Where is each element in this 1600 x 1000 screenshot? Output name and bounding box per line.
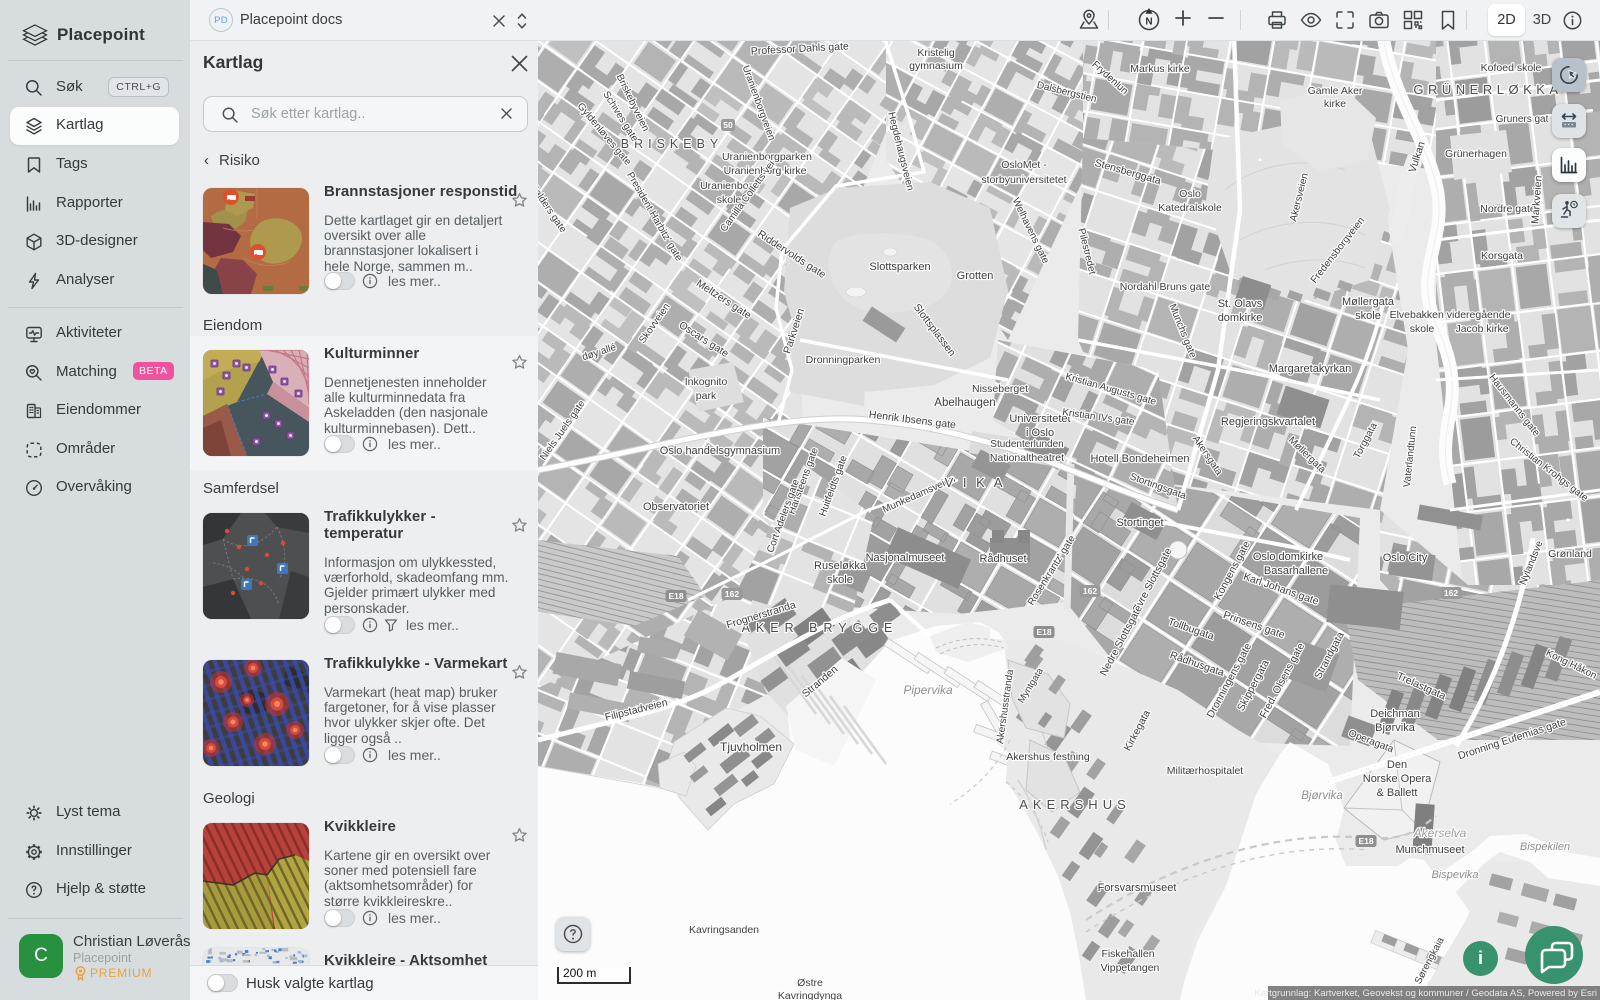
svg-text:Kofoed skole: Kofoed skole <box>1481 62 1542 74</box>
svg-text:162: 162 <box>1083 586 1097 596</box>
svg-text:gymnasium: gymnasium <box>909 60 963 72</box>
svg-text:Regjeringskvartalet: Regjeringskvartalet <box>1221 416 1315 428</box>
svg-text:Bjørvika: Bjørvika <box>1301 790 1343 802</box>
svg-text:Bjørvika: Bjørvika <box>1375 722 1416 734</box>
svg-text:N: N <box>1145 17 1152 28</box>
svg-text:park: park <box>696 390 717 402</box>
svg-text:Grønland: Grønland <box>1548 548 1592 560</box>
svg-text:domkirke: domkirke <box>1218 312 1263 324</box>
svg-text:Bispevika: Bispevika <box>1431 869 1478 881</box>
svg-text:Nisseberget: Nisseberget <box>972 383 1028 395</box>
svg-text:Bispekilen: Bispekilen <box>1520 841 1570 853</box>
svg-text:Inkognito: Inkognito <box>685 376 728 388</box>
svg-text:Studenterlunden: Studenterlunden <box>990 439 1063 450</box>
svg-text:skole: skole <box>1355 310 1381 322</box>
svg-text:Oslo: Oslo <box>1179 188 1201 200</box>
svg-text:Oslo City: Oslo City <box>1383 552 1428 564</box>
svg-text:i Oslo: i Oslo <box>1026 427 1054 439</box>
svg-text:V I K A: V I K A <box>945 475 1006 490</box>
svg-text:Slottsparken: Slottsparken <box>869 261 930 273</box>
svg-text:Dronningparken: Dronningparken <box>806 354 881 366</box>
svg-text:Norske Opera: Norske Opera <box>1363 773 1432 785</box>
svg-text:St. Olavs: St. Olavs <box>1218 298 1263 310</box>
svg-text:Akerselva: Akerselva <box>1413 826 1467 840</box>
svg-text:Katedralskole: Katedralskole <box>1158 202 1222 214</box>
svg-text:162: 162 <box>725 589 739 599</box>
svg-text:Deichman: Deichman <box>1370 708 1420 720</box>
svg-text:Militærhospitalet: Militærhospitalet <box>1167 765 1244 777</box>
svg-text:E18: E18 <box>1358 836 1373 846</box>
svg-text:Ruseløkka: Ruseløkka <box>814 560 867 572</box>
svg-text:OsloMet -: OsloMet - <box>1001 159 1047 171</box>
svg-text:Forsvarsmuseet: Forsvarsmuseet <box>1098 882 1177 894</box>
svg-text:Observatoriet: Observatoriet <box>643 501 709 513</box>
svg-text:Kavringdynga: Kavringdynga <box>778 990 842 1000</box>
svg-text:Vippetangen: Vippetangen <box>1101 962 1160 974</box>
svg-text:Nordre gate: Nordre gate <box>1480 203 1536 215</box>
svg-text:Hotell Bondeheimen: Hotell Bondeheimen <box>1090 453 1189 465</box>
svg-text:Nordahl Bruns gate: Nordahl Bruns gate <box>1120 281 1211 293</box>
svg-text:Kristelig: Kristelig <box>917 47 955 59</box>
svg-text:Tjuvholmen: Tjuvholmen <box>720 740 782 754</box>
svg-text:& Ballett: & Ballett <box>1377 787 1418 799</box>
svg-text:Munchmuseet: Munchmuseet <box>1395 844 1464 856</box>
svg-text:Oslo domkirke: Oslo domkirke <box>1253 551 1323 563</box>
svg-text:Møllergata: Møllergata <box>1342 296 1395 308</box>
svg-text:Akershus festning: Akershus festning <box>1006 751 1090 763</box>
svg-text:Nationaltheatret: Nationaltheatret <box>990 452 1064 464</box>
svg-text:Den: Den <box>1387 759 1407 771</box>
svg-text:Jacob kirke: Jacob kirke <box>1455 323 1508 335</box>
svg-text:162: 162 <box>1444 588 1458 598</box>
svg-text:Gamle Aker: Gamle Aker <box>1308 85 1363 97</box>
svg-text:GRÜNERLØKKA: GRÜNERLØKKA <box>1413 82 1562 97</box>
svg-text:Fiskehallen: Fiskehallen <box>1101 948 1154 960</box>
svg-text:Elvebakken videregående: Elvebakken videregående <box>1390 309 1511 321</box>
svg-text:Margaretakyrkan: Margaretakyrkan <box>1269 363 1352 375</box>
svg-text:Grünerhagen: Grünerhagen <box>1445 148 1507 160</box>
svg-text:AKERSHUS: AKERSHUS <box>1019 797 1131 812</box>
svg-text:Nasjonalmuseet: Nasjonalmuseet <box>866 552 945 564</box>
svg-text:Korsgata: Korsgata <box>1481 250 1523 262</box>
svg-text:skole: skole <box>827 574 853 586</box>
svg-text:Gruners gat: Gruners gat <box>1496 114 1549 125</box>
svg-text:Oslo handelsgymnasium: Oslo handelsgymnasium <box>660 445 780 457</box>
svg-text:Markus kirke: Markus kirke <box>1130 63 1190 75</box>
svg-text:Abelhaugen: Abelhaugen <box>934 397 995 409</box>
svg-text:Pipervika: Pipervika <box>903 683 953 697</box>
svg-text:Stortinget: Stortinget <box>1116 517 1163 529</box>
svg-text:E18: E18 <box>668 591 683 601</box>
svg-text:50: 50 <box>723 120 733 130</box>
svg-text:storbyuniversitetet: storbyuniversitetet <box>981 174 1066 186</box>
svg-text:kirke: kirke <box>1324 98 1346 110</box>
svg-text:AKER BRYGGE: AKER BRYGGE <box>742 621 899 635</box>
svg-text:Østre: Østre <box>797 977 823 989</box>
svg-text:Grotten: Grotten <box>957 270 994 282</box>
svg-text:skole: skole <box>1410 323 1435 335</box>
svg-text:Basarhallene: Basarhallene <box>1264 565 1328 577</box>
svg-text:E18: E18 <box>1036 627 1051 637</box>
svg-text:Kavringsanden: Kavringsanden <box>689 924 759 936</box>
svg-text:Rådhuset: Rådhuset <box>979 553 1026 565</box>
